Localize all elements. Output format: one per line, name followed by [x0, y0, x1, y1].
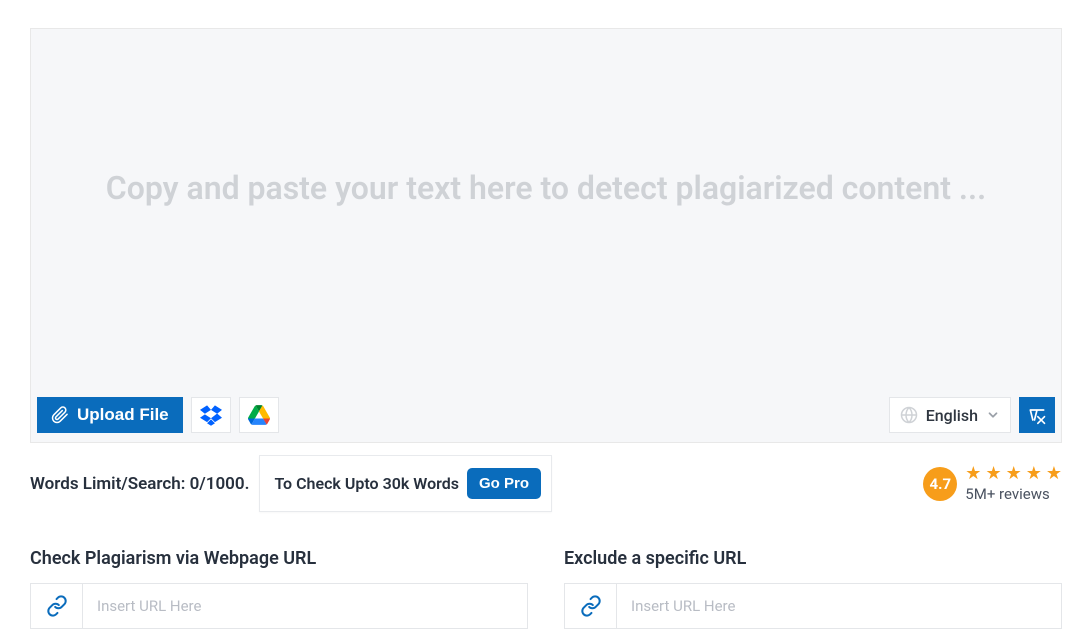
url-icon-box: [565, 584, 617, 628]
chevron-down-icon: [986, 408, 1000, 422]
exclude-url-input[interactable]: [617, 584, 1061, 628]
paperclip-icon: [51, 406, 69, 424]
google-drive-button[interactable]: [239, 397, 279, 433]
check-url-input-group: [30, 583, 528, 629]
textarea-wrapper: Upload File: [30, 28, 1062, 443]
language-select[interactable]: English: [889, 397, 1011, 433]
left-controls: Upload File: [37, 397, 279, 433]
pro-text: To Check Upto 30k Words: [274, 474, 459, 493]
google-drive-icon: [248, 404, 270, 426]
go-pro-button[interactable]: Go Pro: [467, 468, 541, 499]
bottom-bar: Upload File: [37, 397, 1055, 433]
exclude-url-input-group: [564, 583, 1062, 629]
plagiarism-textarea[interactable]: [31, 29, 1061, 369]
globe-icon: [900, 406, 918, 424]
star-icon: ★: [985, 465, 1001, 483]
right-controls: English: [889, 397, 1055, 433]
words-limit-section: Words Limit/Search: 0/1000. To Check Upt…: [30, 455, 552, 512]
reviews-count: 5M+ reviews: [965, 485, 1062, 503]
info-row: Words Limit/Search: 0/1000. To Check Upt…: [30, 455, 1062, 512]
link-icon: [580, 595, 602, 617]
exclude-url-column: Exclude a specific URL: [564, 548, 1062, 629]
dropbox-icon: [200, 404, 222, 426]
check-url-input[interactable]: [83, 584, 527, 628]
clear-formatting-icon: [1027, 405, 1047, 425]
check-url-column: Check Plagiarism via Webpage URL: [30, 548, 528, 629]
rating-badge: 4.7: [923, 467, 957, 501]
star-icon: ★: [1046, 465, 1062, 483]
url-row: Check Plagiarism via Webpage URL Exclude…: [30, 548, 1062, 629]
dropbox-button[interactable]: [191, 397, 231, 433]
link-icon: [46, 595, 68, 617]
stars: ★ ★ ★ ★ ★: [965, 465, 1062, 483]
url-icon-box: [31, 584, 83, 628]
clear-text-button[interactable]: [1019, 397, 1055, 433]
language-label: English: [926, 406, 978, 425]
exclude-url-title: Exclude a specific URL: [564, 548, 1062, 569]
stars-block: ★ ★ ★ ★ ★ 5M+ reviews: [965, 465, 1062, 503]
star-icon: ★: [965, 465, 981, 483]
star-icon: ★: [1006, 465, 1022, 483]
pro-box: To Check Upto 30k Words Go Pro: [259, 455, 552, 512]
upload-file-button[interactable]: Upload File: [37, 397, 183, 433]
star-icon: ★: [1026, 465, 1042, 483]
reviews-section: 4.7 ★ ★ ★ ★ ★ 5M+ reviews: [923, 465, 1062, 503]
check-url-title: Check Plagiarism via Webpage URL: [30, 548, 528, 569]
upload-label: Upload File: [77, 405, 169, 425]
words-limit-label: Words Limit/Search: 0/1000.: [30, 474, 249, 494]
